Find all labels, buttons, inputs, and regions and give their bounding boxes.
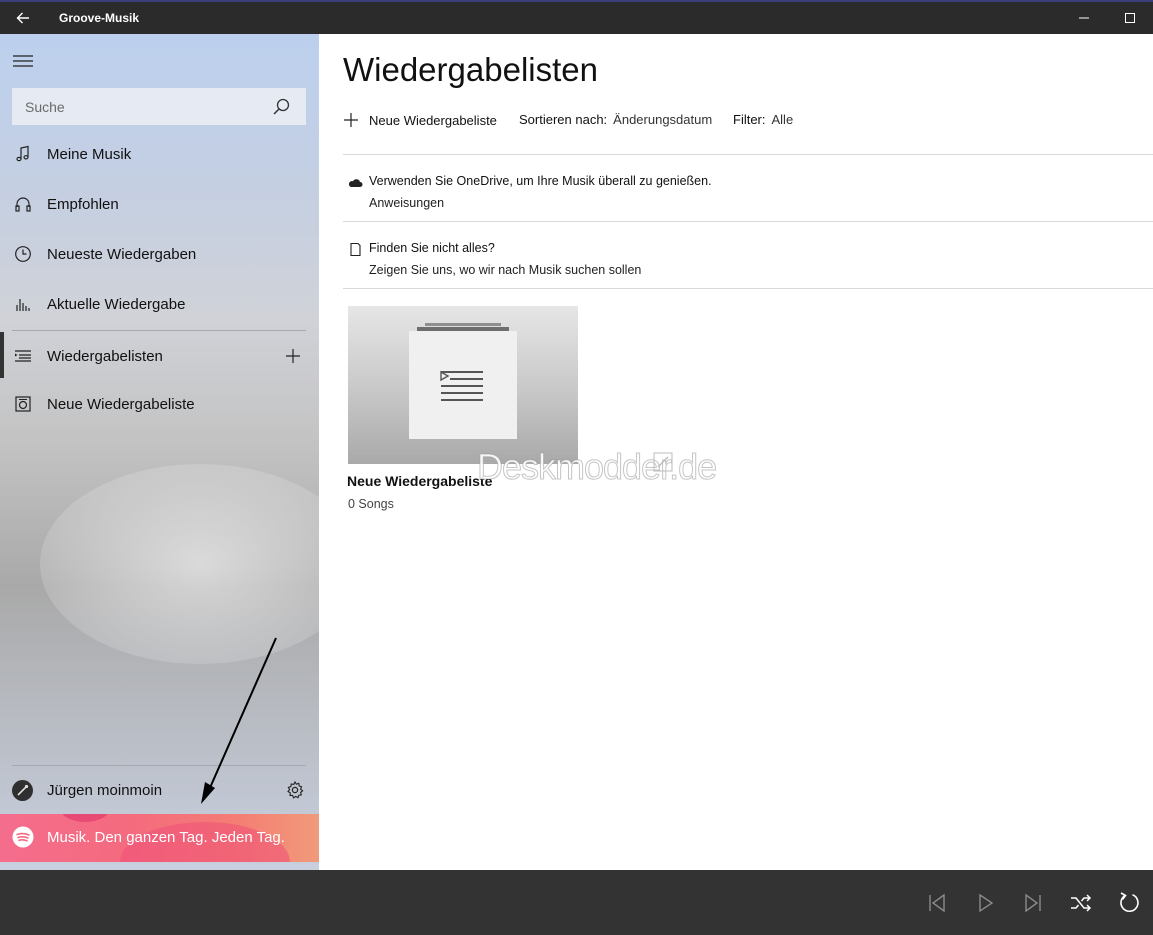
divider: [343, 221, 1153, 222]
spotify-icon: [12, 826, 34, 848]
playlist-stack-decoration: [425, 323, 501, 326]
sort-dropdown[interactable]: Sortieren nach: Änderungsdatum: [519, 112, 712, 127]
promo-decoration: [60, 814, 110, 822]
search-input[interactable]: [12, 88, 262, 125]
hamburger-button[interactable]: [12, 50, 34, 72]
sidebar-item-label: Aktuelle Wiedergabe: [47, 295, 186, 313]
notice-link[interactable]: Zeigen Sie uns, wo wir nach Musik suchen…: [369, 263, 641, 277]
annotation-arrow-icon: [201, 637, 277, 804]
gear-icon: [287, 780, 304, 799]
previous-icon: [929, 893, 945, 913]
cloud-icon: [348, 179, 363, 187]
search-button[interactable]: [270, 96, 292, 118]
sidebar-item-wiedergabelisten[interactable]: Wiedergabelisten: [0, 334, 319, 378]
notice-title: Verwenden Sie OneDrive, um Ihre Musik üb…: [369, 174, 712, 188]
onedrive-notice[interactable]: Verwenden Sie OneDrive, um Ihre Musik üb…: [343, 171, 1143, 227]
previous-button[interactable]: [924, 890, 950, 916]
playlist-name: Neue Wiedergabeliste: [347, 473, 493, 489]
title-bar: Groove-Musik: [0, 0, 1153, 34]
spotify-promo-banner[interactable]: Musik. Den ganzen Tag. Jeden Tag.: [0, 814, 319, 862]
shuffle-button[interactable]: [1068, 890, 1094, 916]
repeat-icon: [1120, 892, 1139, 913]
sidebar-item-label: Neue Wiedergabeliste: [47, 395, 195, 413]
plus-icon: [286, 349, 300, 363]
sidebar-item-label: Neueste Wiedergaben: [47, 245, 197, 263]
nav-divider: [12, 330, 306, 331]
sidebar-item-meine-musik[interactable]: Meine Musik: [0, 132, 319, 176]
playlist-tile[interactable]: Neue Wiedergabeliste 0 Songs: [347, 306, 578, 536]
music-folders-notice[interactable]: Finden Sie nicht alles? Zeigen Sie uns, …: [343, 238, 1143, 294]
headphones-icon: [14, 195, 32, 213]
sidebar-item-neueste-wiedergaben[interactable]: Neueste Wiedergaben: [0, 232, 319, 276]
next-icon: [1025, 893, 1041, 913]
filter-dropdown[interactable]: Filter: Alle: [733, 112, 793, 127]
playlist-item-icon: [14, 395, 32, 413]
avatar: [12, 780, 33, 801]
user-name: Jürgen moinmoin: [47, 782, 163, 799]
shuffle-icon: [1071, 894, 1092, 912]
sidebar-item-neue-wiedergabeliste[interactable]: Neue Wiedergabeliste: [0, 382, 319, 426]
app-title: Groove-Musik: [59, 11, 140, 25]
new-playlist-button[interactable]: Neue Wiedergabeliste: [343, 110, 497, 130]
divider: [343, 288, 1153, 289]
minimize-icon: [1079, 17, 1089, 19]
divider: [343, 154, 1153, 155]
sort-value: Änderungsdatum: [613, 112, 713, 127]
clock-icon: [14, 245, 32, 263]
plus-icon: [344, 113, 358, 127]
back-arrow-icon: [16, 12, 29, 24]
hamburger-icon: [13, 55, 33, 67]
sidebar-item-empfohlen[interactable]: Empfohlen: [0, 182, 319, 226]
equalizer-icon: [14, 295, 32, 313]
playlist-glyph-icon: [440, 370, 483, 401]
new-playlist-label: Neue Wiedergabeliste: [369, 112, 497, 128]
main-content: Wiedergabelisten Neue Wiedergabeliste So…: [319, 34, 1153, 870]
minimize-button[interactable]: [1066, 2, 1102, 34]
page-title: Wiedergabelisten: [343, 51, 598, 88]
playlist-song-count: 0 Songs: [348, 497, 394, 511]
search-box: [12, 88, 306, 125]
sort-label: Sortieren nach:: [519, 112, 608, 127]
play-button[interactable]: [972, 890, 998, 916]
sidebar-item-label: Meine Musik: [47, 145, 132, 163]
sidebar-item-label: Empfohlen: [47, 195, 119, 213]
next-button[interactable]: [1020, 890, 1046, 916]
notice-link[interactable]: Anweisungen: [369, 196, 444, 210]
sidebar-item-label: Wiedergabelisten: [47, 347, 163, 365]
play-icon: [979, 893, 994, 913]
notice-title: Finden Sie nicht alles?: [369, 241, 495, 255]
add-playlist-button[interactable]: [283, 346, 303, 366]
search-icon: [273, 98, 290, 115]
watermark-pen-icon: [653, 452, 673, 472]
promo-text: Musik. Den ganzen Tag. Jeden Tag.: [47, 829, 285, 846]
settings-button[interactable]: [285, 780, 305, 800]
document-icon: [350, 242, 361, 257]
filter-value: Alle: [771, 112, 794, 127]
music-note-icon: [14, 145, 32, 163]
filter-label: Filter:: [733, 112, 766, 127]
player-bar: [0, 870, 1153, 935]
maximize-icon: [1125, 13, 1135, 23]
sidebar-item-aktuelle-wiedergabe[interactable]: Aktuelle Wiedergabe: [0, 282, 319, 326]
back-button[interactable]: [0, 2, 46, 34]
repeat-button[interactable]: [1116, 890, 1142, 916]
maximize-button[interactable]: [1112, 2, 1148, 34]
playlist-icon: [14, 347, 32, 365]
